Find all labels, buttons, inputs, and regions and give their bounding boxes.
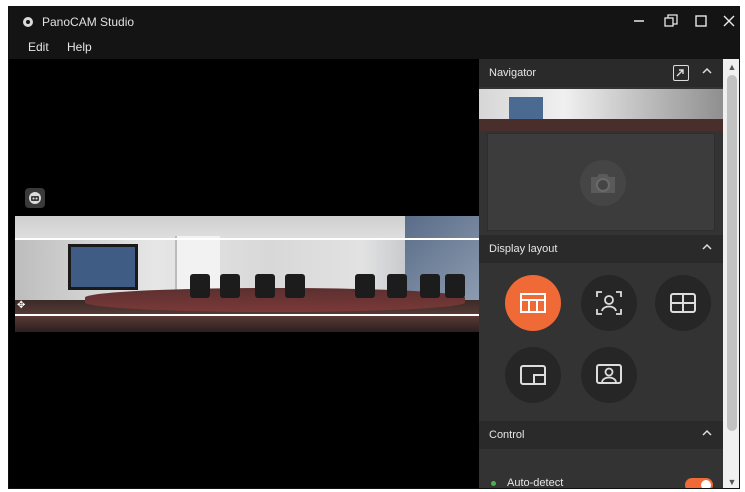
title-bar[interactable]: PanoCAM Studio: [9, 7, 739, 35]
presenter-icon: [596, 364, 622, 384]
chair: [445, 274, 465, 298]
expand-icon[interactable]: [673, 65, 689, 81]
scroll-up-arrow-icon[interactable]: ▲: [723, 59, 739, 75]
layout-speaker-button[interactable]: [581, 275, 637, 331]
panorama-layout-icon: [520, 293, 546, 313]
video-viewport[interactable]: ✥: [9, 59, 479, 488]
speaker-focus-icon: [596, 291, 622, 315]
restore-button[interactable]: [659, 11, 683, 31]
chair: [420, 274, 440, 298]
menu-bar: Edit Help: [9, 35, 739, 59]
crop-line-top[interactable]: [15, 238, 479, 240]
camera-icon: [580, 160, 626, 206]
picture-in-picture-icon: [520, 365, 546, 385]
move-handle-icon[interactable]: ✥: [17, 300, 27, 311]
chair: [285, 274, 305, 298]
window-title: PanoCAM Studio: [42, 15, 135, 29]
menu-help[interactable]: Help: [67, 40, 92, 54]
chair: [220, 274, 240, 298]
close-icon: [723, 15, 735, 27]
auto-detect-label: Auto-detect: [507, 477, 564, 489]
close-button[interactable]: [717, 11, 739, 31]
chevron-up-icon[interactable]: [701, 241, 713, 253]
minimize-icon: [634, 20, 644, 22]
thumb-floor: [479, 119, 723, 131]
layout-presenter-button[interactable]: [581, 347, 637, 403]
chair: [355, 274, 375, 298]
layout-pip-button[interactable]: [505, 347, 561, 403]
scroll-thumb[interactable]: [727, 75, 737, 431]
display-layout-options: [479, 263, 723, 421]
scroll-down-arrow-icon[interactable]: ▼: [723, 474, 739, 488]
side-panel: Navigator Display layout Control Auto-de…: [479, 59, 723, 489]
chair: [190, 274, 210, 298]
chair: [387, 274, 407, 298]
thumb-monitor: [509, 97, 543, 119]
tv-monitor: [68, 244, 138, 290]
app-window: PanoCAM Studio Edit Help ✥ Navigator Dis…: [8, 6, 740, 489]
status-dot: [491, 481, 496, 486]
window-curtain: [405, 216, 479, 300]
chevron-up-icon[interactable]: [701, 427, 713, 439]
navigator-title: Navigator: [489, 67, 537, 79]
minimize-button[interactable]: [627, 11, 651, 31]
navigator-header[interactable]: Navigator: [479, 59, 723, 87]
crop-line-bottom[interactable]: [15, 314, 479, 316]
grid-layout-icon: [670, 293, 696, 313]
app-logo-icon: [23, 17, 33, 27]
control-header[interactable]: Control: [479, 421, 723, 449]
panel-scrollbar[interactable]: ▲ ▼: [723, 59, 739, 488]
layout-panorama-button[interactable]: [505, 275, 561, 331]
menu-edit[interactable]: Edit: [28, 40, 49, 54]
layout-grid-button[interactable]: [655, 275, 711, 331]
chevron-up-icon[interactable]: [701, 65, 713, 77]
maximize-icon: [695, 15, 707, 27]
navigator-preview: [487, 133, 715, 231]
auto-detect-toggle[interactable]: [685, 478, 713, 488]
control-section: Auto-detect: [479, 449, 723, 489]
chair: [255, 274, 275, 298]
maximize-button[interactable]: [689, 11, 713, 31]
restore-icon: [664, 14, 678, 27]
display-layout-header[interactable]: Display layout: [479, 235, 723, 263]
panorama-video[interactable]: ✥: [15, 216, 479, 332]
camera-view-toggle-button[interactable]: [25, 188, 45, 208]
display-layout-title: Display layout: [489, 243, 558, 255]
navigator-thumbnail[interactable]: [479, 89, 723, 131]
control-title: Control: [489, 429, 525, 441]
conference-table: [85, 288, 465, 312]
camera-lens-icon: [29, 192, 41, 204]
